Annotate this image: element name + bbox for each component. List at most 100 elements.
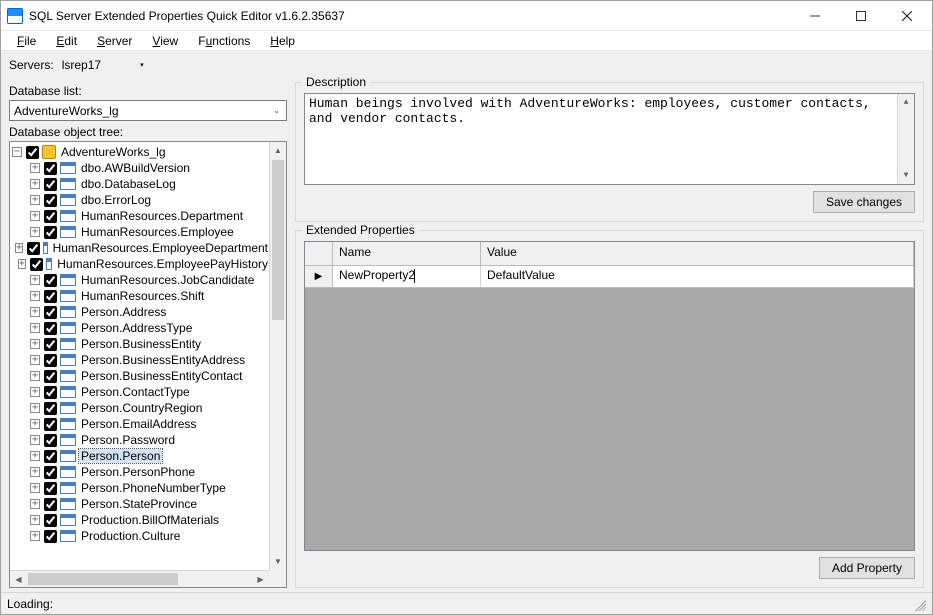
tree-node[interactable]: +HumanResources.Shift [10, 288, 270, 304]
menu-help[interactable]: Help [260, 32, 305, 50]
menu-view[interactable]: View [142, 32, 188, 50]
add-property-button[interactable]: Add Property [819, 557, 915, 579]
scroll-down-icon[interactable]: ▼ [270, 553, 286, 570]
description-vscrollbar[interactable]: ▲ ▼ [897, 94, 914, 184]
database-list-combo[interactable]: AdventureWorks_lg ⌄ [9, 100, 287, 121]
expand-icon[interactable]: + [30, 211, 40, 221]
description-textarea[interactable]: Human beings involved with AdventureWork… [304, 93, 915, 185]
tree-checkbox[interactable] [30, 258, 43, 271]
scroll-thumb[interactable] [28, 573, 178, 585]
tree-checkbox[interactable] [44, 194, 57, 207]
menu-server[interactable]: Server [87, 32, 142, 50]
tree-checkbox[interactable] [26, 146, 39, 159]
tree-node[interactable]: +HumanResources.Employee [10, 224, 270, 240]
save-changes-button[interactable]: Save changes [813, 191, 915, 213]
tree-node[interactable]: +HumanResources.Department [10, 208, 270, 224]
expand-icon[interactable]: + [30, 371, 40, 381]
tree-checkbox[interactable] [44, 418, 57, 431]
tree-checkbox[interactable] [44, 514, 57, 527]
minimize-button[interactable] [792, 1, 838, 31]
tree-node[interactable]: +dbo.AWBuildVersion [10, 160, 270, 176]
grid-header-name[interactable]: Name [333, 242, 481, 266]
tree-checkbox[interactable] [44, 450, 57, 463]
expand-icon[interactable]: + [30, 307, 40, 317]
tree-node[interactable]: +Person.Address [10, 304, 270, 320]
expand-icon[interactable]: + [30, 451, 40, 461]
tree-node[interactable]: +Person.CountryRegion [10, 400, 270, 416]
expand-icon[interactable]: + [30, 467, 40, 477]
grid-corner-cell[interactable] [305, 242, 333, 266]
tree-checkbox[interactable] [44, 354, 57, 367]
tree-vscrollbar[interactable]: ▲ ▼ [269, 142, 286, 570]
tree-body[interactable]: −AdventureWorks_lg+dbo.AWBuildVersion+db… [10, 142, 270, 570]
close-button[interactable] [884, 1, 930, 31]
expand-icon[interactable]: + [30, 227, 40, 237]
maximize-button[interactable] [838, 1, 884, 31]
menu-edit[interactable]: Edit [46, 32, 87, 50]
tree-node[interactable]: +Person.PersonPhone [10, 464, 270, 480]
tree-checkbox[interactable] [44, 274, 57, 287]
tree-node[interactable]: +Person.PhoneNumberType [10, 480, 270, 496]
tree-checkbox[interactable] [44, 338, 57, 351]
resize-grip-icon[interactable] [912, 597, 926, 611]
scroll-left-icon[interactable]: ◀ [10, 571, 27, 587]
expand-icon[interactable]: + [30, 515, 40, 525]
scroll-right-icon[interactable]: ▶ [252, 571, 269, 587]
tree-checkbox[interactable] [44, 162, 57, 175]
tree-node[interactable]: +Person.EmailAddress [10, 416, 270, 432]
grid-cell-name[interactable]: NewProperty2 [333, 266, 481, 288]
expand-icon[interactable]: + [30, 355, 40, 365]
scroll-thumb[interactable] [272, 160, 284, 320]
tree-checkbox[interactable] [44, 402, 57, 415]
tree-checkbox[interactable] [44, 498, 57, 511]
tree-node[interactable]: +Production.BillOfMaterials [10, 512, 270, 528]
expand-icon[interactable]: + [30, 403, 40, 413]
tree-checkbox[interactable] [44, 210, 57, 223]
expand-icon[interactable]: + [30, 195, 40, 205]
tree-checkbox[interactable] [44, 322, 57, 335]
expand-icon[interactable]: + [30, 387, 40, 397]
expand-icon[interactable]: + [30, 291, 40, 301]
scroll-up-icon[interactable]: ▲ [270, 142, 286, 159]
expand-icon[interactable]: + [18, 259, 26, 269]
tree-checkbox[interactable] [44, 178, 57, 191]
tree-checkbox[interactable] [44, 290, 57, 303]
tree-checkbox[interactable] [44, 306, 57, 319]
tree-checkbox[interactable] [44, 434, 57, 447]
expand-icon[interactable]: + [30, 419, 40, 429]
tree-node[interactable]: +Person.BusinessEntityAddress [10, 352, 270, 368]
menu-file[interactable]: File [7, 32, 46, 50]
tree-root[interactable]: −AdventureWorks_lg [10, 144, 270, 160]
expand-icon[interactable]: + [30, 179, 40, 189]
tree-node[interactable]: +Person.ContactType [10, 384, 270, 400]
tree-checkbox[interactable] [44, 466, 57, 479]
tree-checkbox[interactable] [27, 242, 40, 255]
tree-node[interactable]: +Production.Culture [10, 528, 270, 544]
tree-checkbox[interactable] [44, 370, 57, 383]
grid-header-value[interactable]: Value [481, 242, 914, 266]
expand-icon[interactable]: + [30, 483, 40, 493]
tree-node[interactable]: +Person.AddressType [10, 320, 270, 336]
tree-node[interactable]: +HumanResources.EmployeePayHistory [10, 256, 270, 272]
expand-icon[interactable]: + [30, 275, 40, 285]
expand-icon[interactable]: + [30, 323, 40, 333]
scroll-up-icon[interactable]: ▲ [898, 94, 914, 111]
tree-node[interactable]: +HumanResources.EmployeeDepartment [10, 240, 270, 256]
scroll-down-icon[interactable]: ▼ [898, 167, 914, 184]
tree-node[interactable]: +Person.Person [10, 448, 270, 464]
tree-node[interactable]: +dbo.DatabaseLog [10, 176, 270, 192]
collapse-icon[interactable]: − [12, 147, 22, 157]
expand-icon[interactable]: + [30, 339, 40, 349]
expand-icon[interactable]: + [15, 243, 23, 253]
tree-node[interactable]: +HumanResources.JobCandidate [10, 272, 270, 288]
tree-checkbox[interactable] [44, 482, 57, 495]
expand-icon[interactable]: + [30, 531, 40, 541]
tree-checkbox[interactable] [44, 226, 57, 239]
row-indicator-icon[interactable]: ▶ [305, 266, 333, 288]
tree-node[interactable]: +Person.BusinessEntity [10, 336, 270, 352]
tree-hscrollbar[interactable]: ◀ ▶ [10, 570, 269, 587]
tree-node[interactable]: +Person.Password [10, 432, 270, 448]
tree-node[interactable]: +Person.BusinessEntityContact [10, 368, 270, 384]
expand-icon[interactable]: + [30, 499, 40, 509]
tree-node[interactable]: +Person.StateProvince [10, 496, 270, 512]
